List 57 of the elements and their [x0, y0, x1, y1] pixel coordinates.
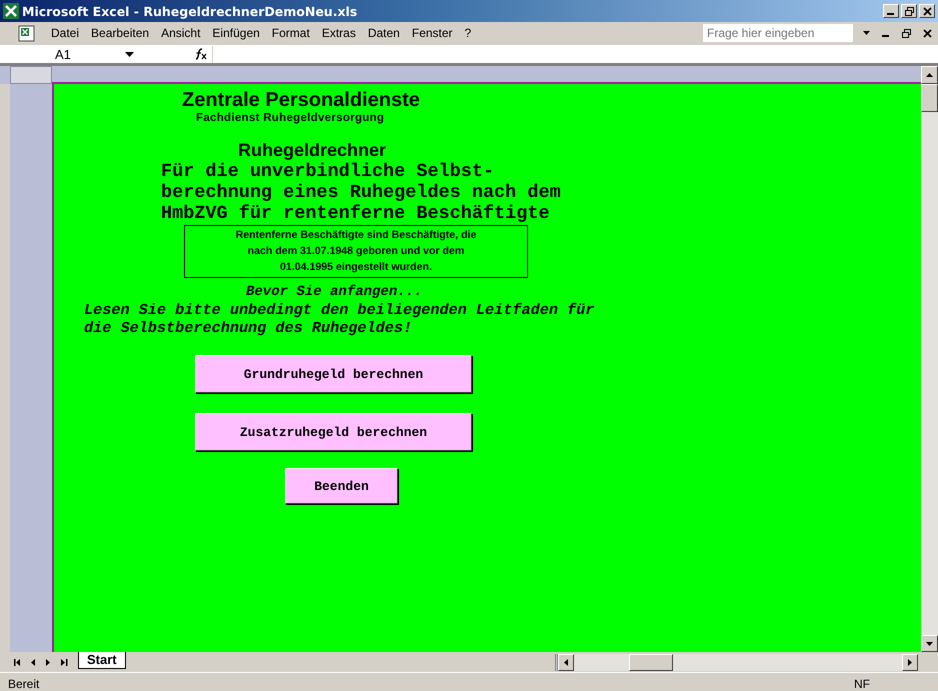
calculate-button[interactable]: Zusatzruhegeld berechnen: [195, 413, 472, 451]
calculator-title: Ruhegeldrechner: [238, 139, 386, 161]
scroll-right-button[interactable]: [902, 654, 918, 670]
close-icon: [922, 6, 932, 16]
scroll-up-button[interactable]: [921, 66, 938, 84]
right-arrow-icon: [908, 658, 912, 666]
status-text: Bereit: [8, 677, 40, 691]
help-search-field[interactable]: Frage hier eingeben: [703, 24, 853, 42]
status-indicator: NF: [854, 677, 870, 691]
menu-item[interactable]: ?: [458, 26, 478, 40]
scroll-left-button[interactable]: [558, 654, 574, 670]
workbook-icon[interactable]: [18, 24, 36, 42]
function-icon[interactable]: [194, 48, 208, 60]
excel-icon: [3, 3, 19, 19]
window-title: Microsoft Excel - RuhegeldrechnerDemoNeu.xls: [22, 4, 358, 18]
exit-button[interactable]: Beenden: [285, 468, 398, 504]
intro-text: Für die unverbindliche Selbst-: [161, 161, 496, 182]
sheet-subheading: Fachdienst Ruhegeldversorgung: [196, 112, 384, 124]
note-text: Rentenferne Beschäftigte sind Beschäftigte, die: [236, 228, 476, 243]
previous-sheet-icon[interactable]: [31, 658, 36, 666]
next-sheet-icon[interactable]: [46, 658, 51, 666]
up-arrow-icon: [926, 73, 933, 77]
left-arrow-icon: [564, 658, 568, 666]
hint-text: Bevor Sie anfangen...: [246, 283, 422, 301]
intro-text: berechnung eines Ruhegeldes nach dem: [161, 182, 561, 203]
menu-item[interactable]: Daten: [362, 26, 406, 40]
scroll-thumb[interactable]: [921, 84, 938, 112]
sheet-heading: Zentrale Personaldienste: [182, 88, 420, 112]
restore-button[interactable]: [901, 4, 917, 18]
menu-item[interactable]: Ansicht: [155, 26, 206, 40]
last-sheet-icon[interactable]: [61, 658, 68, 666]
menu-item[interactable]: Format: [266, 26, 316, 40]
menu-item[interactable]: Bearbeiten: [85, 26, 156, 40]
minimize-button[interactable]: [883, 4, 899, 18]
first-sheet-icon[interactable]: [14, 658, 21, 666]
dropdown-arrow-icon[interactable]: [863, 31, 870, 35]
restore-icon[interactable]: [902, 28, 911, 38]
warning-text: Lesen Sie bitte unbedingt den beiliegenden Leitfaden für: [84, 301, 594, 319]
close-button[interactable]: [919, 4, 935, 18]
close-icon[interactable]: [923, 28, 932, 38]
horizontal-scrollbar[interactable]: [555, 654, 918, 670]
scroll-thumb[interactable]: [629, 654, 673, 670]
restore-icon: [904, 6, 914, 16]
note-text: 01.04.1995 eingestellt wurden.: [280, 260, 432, 275]
down-arrow-icon: [926, 642, 933, 646]
menu-item[interactable]: Fenster: [406, 26, 459, 40]
menu-item[interactable]: Extras: [316, 26, 362, 40]
sheet-tab[interactable]: Start: [78, 652, 126, 669]
intro-text: HmbZVG für rentenferne Beschäftigte: [161, 203, 551, 224]
menu-item[interactable]: Datei: [45, 26, 86, 40]
scroll-down-button[interactable]: [921, 635, 938, 652]
dropdown-arrow-icon[interactable]: [125, 52, 134, 56]
menu-item[interactable]: Einfügen: [206, 26, 266, 40]
note-text: nach dem 31.07.1948 geboren und vor dem: [248, 244, 464, 259]
warning-text: die Selbstberechnung des Ruhegeldes!: [84, 319, 414, 337]
calculate-button[interactable]: Grundruhegeld berechnen: [195, 355, 472, 393]
vertical-scrollbar[interactable]: [921, 84, 938, 652]
